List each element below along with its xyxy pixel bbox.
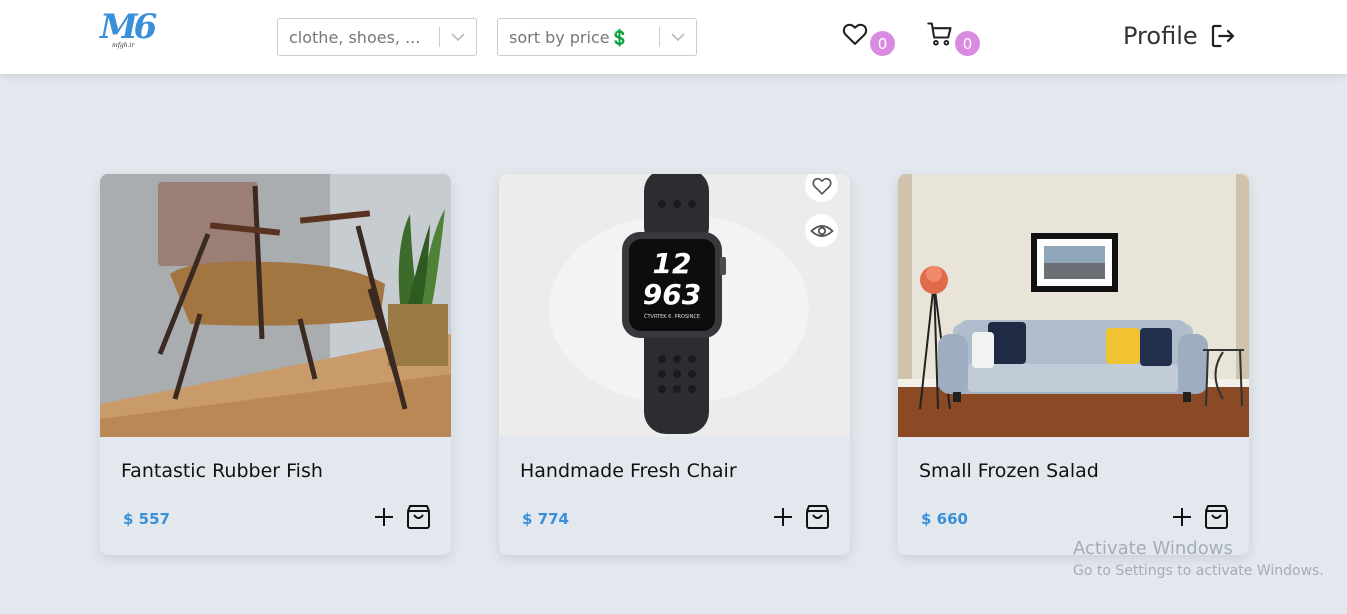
plus-icon[interactable] (1171, 506, 1193, 528)
product-title: Fantastic Rubber Fish (121, 460, 323, 482)
heart-icon[interactable] (841, 20, 869, 48)
cart-count-badge: 0 (955, 31, 980, 56)
product-image-smartwatch[interactable]: 12 963 ČTVRTEK 6. PROSINCE (499, 174, 850, 437)
product-title: Small Frozen Salad (919, 460, 1099, 482)
shopping-bag-icon[interactable] (805, 504, 830, 530)
product-price: $ 774 (522, 510, 569, 528)
plus-icon[interactable] (373, 506, 395, 528)
site-logo[interactable]: M6 mfgh.ir (100, 7, 157, 60)
watch-hours-bottom: 963 (643, 278, 701, 311)
eye-icon (809, 224, 834, 237)
shopping-bag-icon[interactable] (1204, 504, 1229, 530)
product-price: $ 557 (123, 510, 170, 528)
dollar-icon: 💲 (609, 27, 630, 47)
product-card[interactable]: 12 963 ČTVRTEK 6. PROSINCE Handmade Fres… (499, 174, 850, 555)
product-image-sofa-room[interactable] (898, 174, 1249, 437)
sort-select-label: sort by price (509, 27, 610, 47)
logout-icon[interactable] (1208, 21, 1238, 51)
category-select[interactable]: clothe, shoes, ... (277, 18, 477, 56)
product-price: $ 660 (921, 510, 968, 528)
logo-mark: M6 (100, 7, 157, 47)
windows-activation-watermark: Activate Windows Go to Settings to activ… (1073, 538, 1324, 579)
sort-select[interactable]: sort by price💲 (497, 18, 697, 56)
watch-hours-top: 12 (653, 247, 692, 280)
profile-label: Profile (1123, 22, 1198, 50)
product-card[interactable]: Fantastic Rubber Fish $ 557 (100, 174, 451, 555)
quick-view-button[interactable] (805, 214, 838, 247)
product-card[interactable]: Small Frozen Salad $ 660 (898, 174, 1249, 555)
sort-select-value: sort by price💲 (498, 28, 659, 47)
top-navbar: M6 mfgh.ir clothe, shoes, ... sort by pr… (0, 0, 1347, 74)
heart-icon (811, 177, 832, 195)
cart-icon[interactable] (926, 20, 954, 48)
watermark-title: Activate Windows (1073, 538, 1233, 559)
chevron-down-icon[interactable] (660, 19, 696, 55)
watch-date: ČTVRTEK 6. PROSINCE (644, 313, 700, 320)
plus-icon[interactable] (772, 506, 794, 528)
category-select-value: clothe, shoes, ... (289, 27, 421, 47)
product-title: Handmade Fresh Chair (520, 460, 737, 482)
wishlist-count-badge: 0 (870, 31, 895, 56)
product-image-armchair[interactable] (100, 174, 451, 437)
watermark-subtitle: Go to Settings to activate Windows. (1073, 563, 1324, 579)
shopping-bag-icon[interactable] (406, 504, 431, 530)
chevron-down-icon[interactable] (440, 19, 476, 55)
profile-link[interactable]: Profile (1123, 21, 1238, 51)
